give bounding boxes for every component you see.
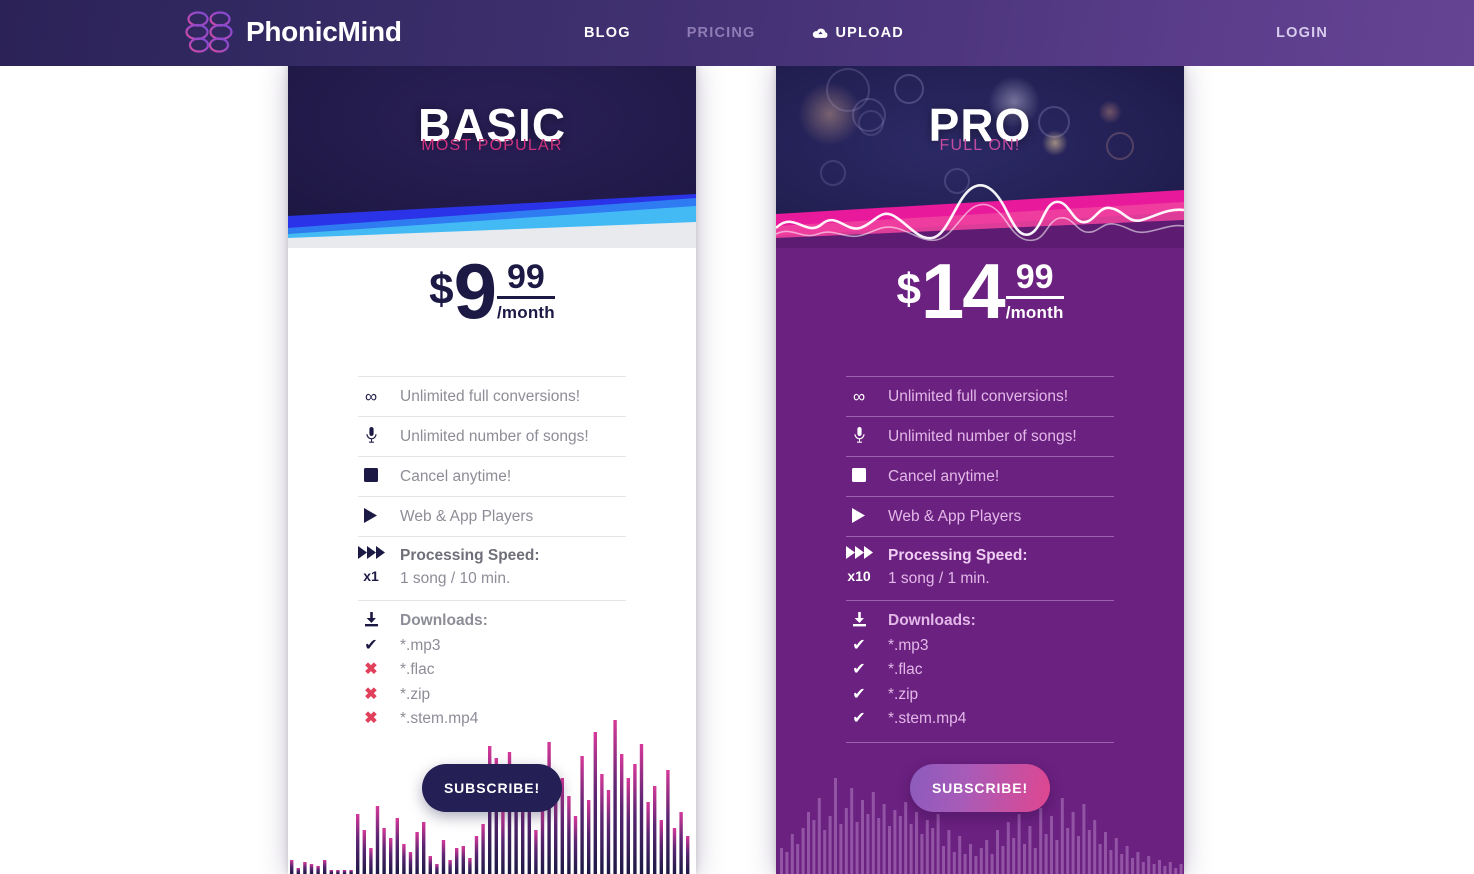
- card-bottom-pro: SUBSCRIBE!: [776, 692, 1184, 874]
- feature-row: Web & App Players: [846, 497, 1114, 536]
- feature-row: Unlimited number of songs!: [358, 417, 626, 456]
- download-icon: [846, 612, 872, 630]
- price-cents-pro: 99: [1005, 260, 1064, 299]
- price-amount-basic: 9: [453, 247, 497, 335]
- price-area-basic: $9 99 /month: [288, 248, 696, 376]
- download-label: *.mp3: [400, 636, 441, 654]
- main-nav: BLOG PRICING UPLOAD: [556, 0, 932, 66]
- processing-speed-pro: x10 Processing Speed: 1 song / 1 min.: [846, 537, 1114, 600]
- plan-card-basic: BASIC MOST POPULAR $9 99 /month ∞ Unlimi…: [288, 62, 696, 874]
- price-currency-pro: $: [896, 265, 921, 314]
- play-triangle-icon: [358, 507, 384, 526]
- cloud-upload-icon: [812, 28, 827, 38]
- download-item: ✔ *.flac: [846, 658, 1114, 683]
- feature-row: ∞ Unlimited full conversions!: [846, 377, 1114, 416]
- site-header: PhonicMind BLOG PRICING UPLOAD LOGIN: [0, 0, 1474, 66]
- stop-square-icon: [358, 468, 384, 485]
- download-label: *.flac: [888, 661, 923, 679]
- downloads-heading-row: Downloads:: [358, 609, 626, 634]
- plan-banner-basic: BASIC MOST POPULAR: [288, 62, 696, 248]
- feature-label: Unlimited full conversions!: [888, 387, 1069, 405]
- downloads-heading: Downloads:: [400, 612, 488, 630]
- plan-card-pro: PRO FULL ON! $14 99 /month ∞ Unlimited f…: [776, 62, 1184, 874]
- pricing-stage: BASIC MOST POPULAR $9 99 /month ∞ Unlimi…: [0, 62, 1474, 874]
- price-period-basic: /month: [497, 302, 555, 322]
- price-area-pro: $14 99 /month: [776, 248, 1184, 376]
- speed-heading: Processing Speed:: [888, 547, 1028, 564]
- features-pro: ∞ Unlimited full conversions! Unlimited …: [776, 376, 1184, 743]
- downloads-heading-row: Downloads:: [846, 609, 1114, 634]
- download-icon: [358, 612, 384, 630]
- check-icon: ✔: [364, 636, 378, 654]
- speed-heading: Processing Speed:: [400, 547, 540, 564]
- plan-subtitle-basic: MOST POPULAR: [421, 137, 563, 154]
- nav-pricing[interactable]: PRICING: [659, 0, 784, 66]
- feature-label: Unlimited full conversions!: [400, 387, 581, 405]
- feature-label: Cancel anytime!: [888, 467, 1000, 485]
- feature-label: Unlimited number of songs!: [888, 427, 1077, 445]
- stop-square-icon: [846, 468, 872, 485]
- processing-speed-basic: x1 Processing Speed: 1 song / 10 min.: [358, 537, 626, 600]
- plan-subtitle-pro: FULL ON!: [939, 137, 1021, 154]
- check-icon: ✔: [852, 661, 866, 679]
- feature-label: Cancel anytime!: [400, 467, 512, 485]
- download-item: ✔ *.mp3: [846, 634, 1114, 659]
- feature-row: Unlimited number of songs!: [846, 417, 1114, 456]
- feature-label: Web & App Players: [888, 507, 1022, 525]
- brain-logo-icon: [185, 10, 233, 54]
- banner-wave-pro: [776, 184, 1184, 248]
- nav-upload-label: UPLOAD: [835, 25, 904, 41]
- infinity-icon: ∞: [364, 387, 378, 406]
- logo[interactable]: PhonicMind: [182, 6, 402, 58]
- downloads-heading: Downloads:: [888, 612, 976, 630]
- feature-row: Web & App Players: [358, 497, 626, 536]
- speed-detail: 1 song / 10 min.: [400, 570, 511, 587]
- infinity-icon: ∞: [852, 387, 866, 406]
- price-cents-basic: 99: [497, 260, 555, 299]
- nav-upload[interactable]: UPLOAD: [784, 0, 932, 66]
- download-label: *.flac: [400, 661, 435, 679]
- speed-multiplier: x1: [363, 568, 379, 584]
- subscribe-button-pro[interactable]: SUBSCRIBE!: [910, 764, 1050, 812]
- feature-label: Web & App Players: [400, 507, 534, 525]
- download-label: *.mp3: [888, 636, 929, 654]
- fast-forward-icon: [358, 546, 385, 563]
- plan-banner-pro: PRO FULL ON!: [776, 62, 1184, 248]
- price-amount-pro: 14: [920, 247, 1006, 335]
- card-bottom-basic: SUBSCRIBE!: [288, 692, 696, 874]
- download-item: ✔ *.mp3: [358, 634, 626, 659]
- feature-label: Unlimited number of songs!: [400, 427, 589, 445]
- login-button[interactable]: LOGIN: [1276, 0, 1328, 66]
- microphone-icon: [846, 426, 872, 447]
- price-period-pro: /month: [1005, 302, 1064, 322]
- features-basic: ∞ Unlimited full conversions! Unlimited …: [288, 376, 696, 732]
- fast-forward-icon: [846, 546, 873, 563]
- price-currency-basic: $: [429, 265, 454, 314]
- nav-blog[interactable]: BLOG: [556, 0, 659, 66]
- nav-blog-label: BLOG: [584, 25, 631, 41]
- feature-row: ∞ Unlimited full conversions!: [358, 377, 626, 416]
- check-icon: ✔: [852, 636, 866, 654]
- brand-name: PhonicMind: [246, 16, 402, 47]
- speed-multiplier: x10: [847, 568, 871, 584]
- feature-row: Cancel anytime!: [846, 457, 1114, 496]
- download-item: ✖ *.flac: [358, 658, 626, 683]
- cross-icon: ✖: [364, 661, 378, 679]
- microphone-icon: [358, 426, 384, 447]
- subscribe-button-basic[interactable]: SUBSCRIBE!: [422, 764, 562, 812]
- nav-pricing-label: PRICING: [686, 25, 756, 41]
- speed-detail: 1 song / 1 min.: [888, 570, 990, 587]
- play-triangle-icon: [846, 507, 872, 526]
- feature-row: Cancel anytime!: [358, 457, 626, 496]
- banner-wave-basic: [288, 194, 696, 248]
